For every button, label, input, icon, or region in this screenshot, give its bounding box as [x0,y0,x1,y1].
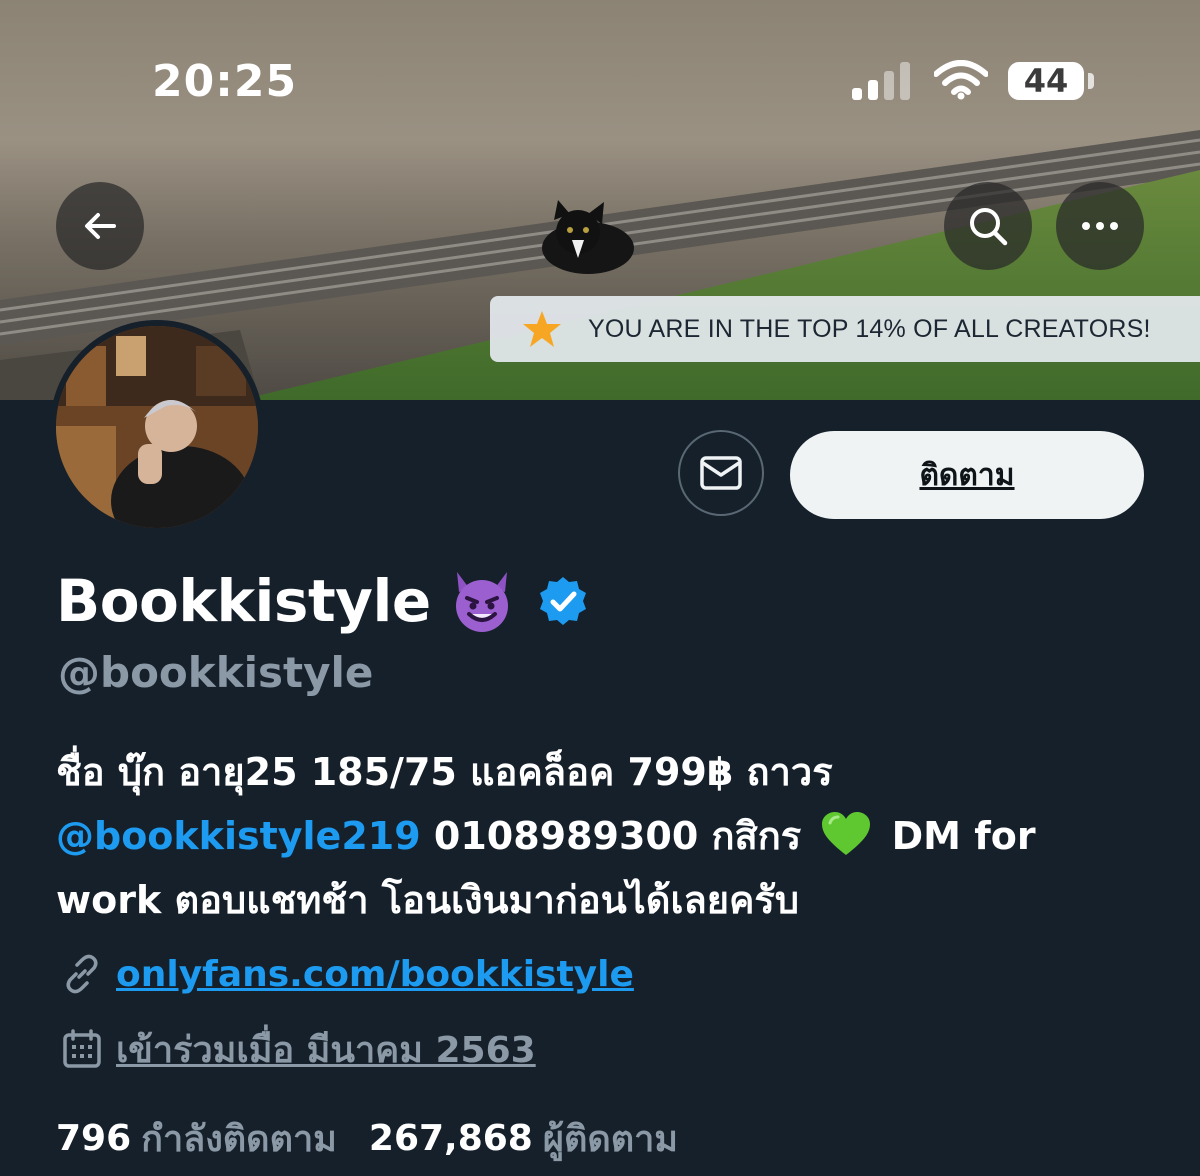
status-time: 20:25 [152,56,298,107]
avatar-photo [56,326,258,528]
cellular-signal-icon [852,62,914,100]
joined-date-row: เข้าร่วมเมื่อ มีนาคม 2563 [62,1022,536,1076]
more-horizontal-icon [1082,222,1118,230]
more-options-button[interactable] [1056,182,1144,270]
verified-badge-icon[interactable] [537,575,589,627]
following-count[interactable]: 796 [56,1118,131,1159]
bio-text: 0108989300 กสิกร [420,814,802,858]
calendar-icon [63,1029,101,1068]
battery-tip [1088,73,1094,89]
bio-line: @bookkistyle219 0108989300 กสิกร DM for [56,804,1156,868]
bio-mention-link[interactable]: @bookkistyle219 [56,814,421,858]
profile-link-row: onlyfans.com/bookkistyle [60,946,634,1002]
bio-line: ชื่อ บุ๊ก อายุ25 185/75 แอคล็อค 799฿ ถาว… [56,750,833,794]
profile-website-link[interactable]: onlyfans.com/bookkistyle [116,954,634,995]
follow-stats: 796 กำลังติดตาม 267,868 ผู้ติดตาม [56,1110,678,1166]
search-button[interactable] [944,182,1032,270]
link-icon [66,954,98,994]
search-icon [970,208,1008,246]
followers-count[interactable]: 267,868 [369,1118,533,1159]
bio-text: DM for [878,814,1036,858]
top-creators-text: YOU ARE IN THE TOP 14% OF ALL CREATORS! [588,314,1151,343]
profile-avatar[interactable] [50,320,264,534]
name-row: Bookkistyle [56,566,589,636]
display-name: Bookkistyle [56,567,431,635]
star-icon [523,311,561,347]
back-button[interactable] [56,182,144,270]
green-heart-emoji-icon [822,812,871,855]
bio-line: work ตอบแชทช้า โอนเงินมาก่อนได้เลยครับ [56,878,799,922]
follow-button[interactable]: ติดตาม [790,431,1144,519]
wifi-icon [934,60,988,100]
smiling-devil-emoji-icon [455,572,508,632]
message-button[interactable] [678,430,764,516]
battery-indicator: 44 [1008,62,1084,100]
profile-handle: @bookkistyle [58,648,374,697]
arrow-left-icon [85,213,116,239]
following-label[interactable]: กำลังติดตาม [141,1110,337,1167]
mail-icon [700,456,742,490]
profile-bio: ชื่อ บุ๊ก อายุ25 185/75 แอคล็อค 799฿ ถาว… [56,740,1156,932]
top-creators-notice[interactable]: YOU ARE IN THE TOP 14% OF ALL CREATORS! [490,296,1200,362]
followers-label[interactable]: ผู้ติดตาม [543,1110,678,1167]
joined-date-text: เข้าร่วมเมื่อ มีนาคม 2563 [116,1029,536,1071]
